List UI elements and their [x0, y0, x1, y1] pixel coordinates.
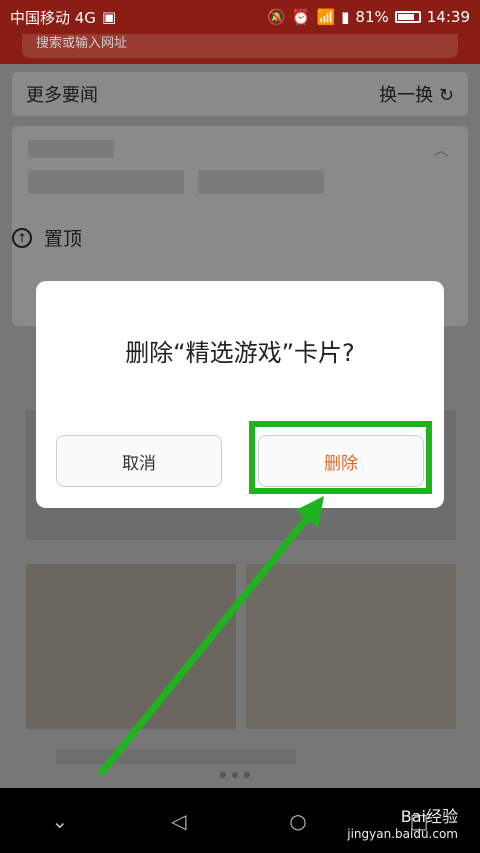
annotation-arrow: [98, 496, 324, 776]
